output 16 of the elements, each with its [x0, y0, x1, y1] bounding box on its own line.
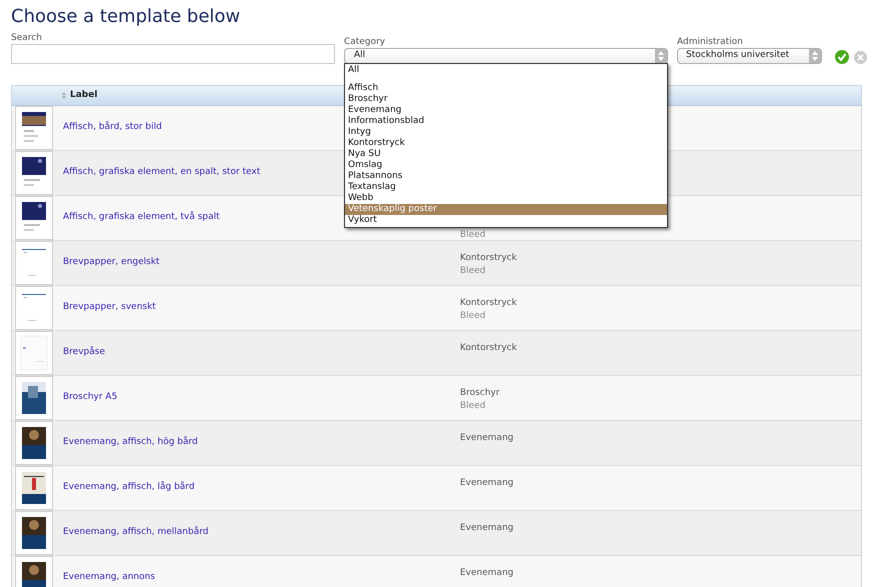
category-text: Evenemang — [460, 478, 514, 488]
field-label: Administration — [677, 37, 744, 47]
category-text: Kontorstryck — [460, 343, 517, 353]
bleed-text: Bleed — [460, 311, 486, 321]
category-text: Kontorstryck — [460, 253, 517, 263]
category-text: Evenemang — [460, 568, 514, 578]
bleed-text: Bleed — [460, 401, 486, 411]
category-text: Kontorstryck — [460, 298, 517, 308]
category-text: Broschyr — [460, 388, 500, 398]
field-label: Category — [344, 37, 386, 47]
field-label: Search — [11, 33, 43, 43]
bleed-text: Bleed — [460, 230, 486, 240]
page-title: Choose a template below — [11, 6, 240, 28]
bleed-text: Bleed — [460, 266, 486, 276]
category-text: Evenemang — [460, 433, 514, 443]
category-text: Evenemang — [460, 523, 514, 533]
